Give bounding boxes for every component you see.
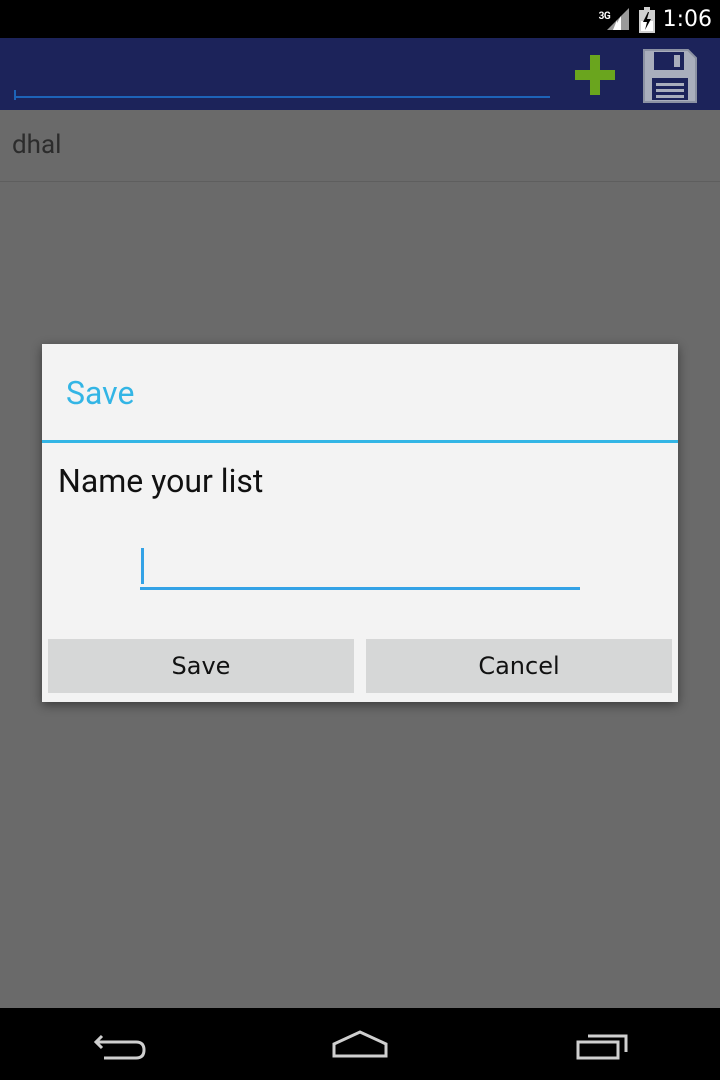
item-input[interactable] [14, 52, 550, 98]
dialog-title-divider [42, 440, 678, 443]
navigation-bar [0, 1008, 720, 1080]
status-time: 1:06 [662, 6, 712, 32]
dialog-save-button[interactable]: Save [48, 639, 354, 693]
network-type-label: 3G [598, 11, 611, 22]
action-bar [0, 38, 720, 110]
cell-signal-icon: 3G [599, 6, 629, 32]
screen: 3G 1:06 dhal Save Name your list Save Ca… [0, 0, 720, 1080]
home-icon [332, 1030, 388, 1058]
home-button[interactable] [320, 1022, 400, 1066]
status-icons: 3G 1:06 [599, 0, 712, 38]
floppy-disk-icon [643, 49, 697, 103]
list-name-input[interactable] [140, 544, 580, 590]
recent-apps-icon [576, 1034, 628, 1060]
dialog-title: Save [66, 374, 135, 412]
status-bar: 3G 1:06 [0, 0, 720, 38]
recent-apps-button[interactable] [562, 1022, 642, 1066]
list-item-label: dhal [12, 130, 62, 160]
add-item-button[interactable] [570, 50, 620, 100]
dialog-message: Name your list [58, 462, 264, 500]
list-item[interactable]: dhal [0, 110, 720, 182]
text-cursor [141, 548, 144, 584]
save-list-button[interactable] [640, 46, 700, 106]
back-icon [93, 1034, 146, 1060]
battery-icon [638, 7, 655, 33]
save-dialog: Save Name your list Save Cancel [42, 344, 678, 702]
item-input-cursor [14, 90, 16, 100]
dialog-cancel-button[interactable]: Cancel [366, 639, 672, 693]
back-button[interactable] [80, 1022, 160, 1066]
plus-icon [575, 55, 615, 95]
